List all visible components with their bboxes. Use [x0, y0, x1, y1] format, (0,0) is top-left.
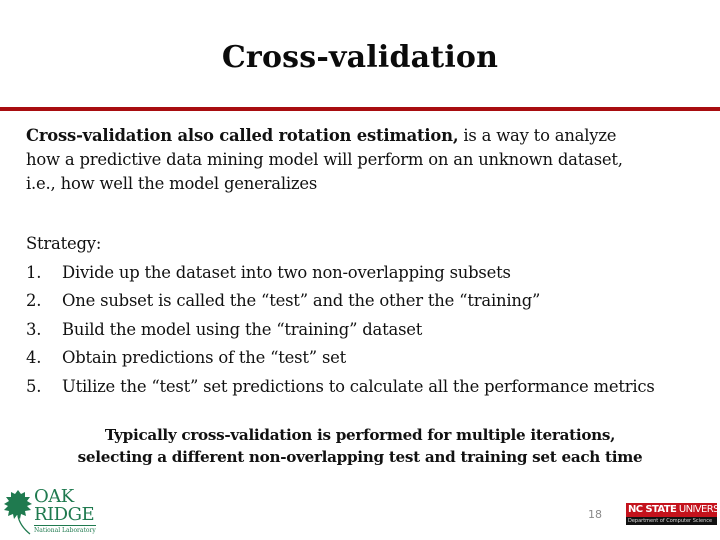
step-text: Build the model using the “training” dat…: [62, 319, 423, 339]
oak-ridge-rule: [34, 525, 96, 526]
step-number: 2.: [26, 291, 42, 310]
intro-bold-term: Cross-validation also called rotation es…: [26, 126, 459, 145]
oak-ridge-wordmark-ridge: RIDGE: [34, 504, 95, 525]
step-text: Obtain predictions of the “test” set: [62, 348, 347, 367]
strategy-steps: 1. Divide up the dataset into two non-ov…: [26, 259, 716, 402]
oak-ridge-subtitle: National Laboratory: [34, 527, 96, 534]
step-text: Divide up the dataset into two non-overl…: [62, 262, 511, 282]
nc-state-department: Department of Computer Science: [626, 517, 717, 525]
title-divider: [0, 107, 720, 111]
strategy-step: 1. Divide up the dataset into two non-ov…: [26, 259, 716, 288]
strategy-step: 4. Obtain predictions of the “test” set: [26, 344, 716, 373]
intro-line-3: i.e., how well the model generalizes: [26, 174, 318, 193]
step-number: 3.: [26, 319, 42, 339]
page-number: 18: [588, 508, 602, 521]
nc-state-name-bold: NC STATE: [628, 504, 677, 515]
strategy-heading: Strategy:: [26, 234, 102, 253]
strategy-step: 3. Build the model using the “training” …: [26, 316, 716, 345]
oak-leaf-icon: [4, 490, 32, 535]
intro-paragraph: Cross-validation also called rotation es…: [26, 124, 706, 196]
strategy-step: 2. One subset is called the “test” and t…: [26, 287, 716, 316]
summary-line-2: selecting a different non-overlapping te…: [77, 448, 643, 466]
summary-line-1: Typically cross-validation is performed …: [104, 426, 616, 444]
intro-line-2: how a predictive data mining model will …: [26, 150, 623, 169]
oak-ridge-logo: OAK RIDGE National Laboratory: [4, 486, 100, 538]
step-number: 4.: [26, 348, 42, 367]
strategy-step: 5. Utilize the “test” set predictions to…: [26, 373, 716, 402]
step-text: One subset is called the “test” and the …: [62, 291, 541, 310]
intro-line-1-rest: is a way to analyze: [458, 126, 617, 145]
nc-state-logo: NC STATE UNIVERSITY Department of Comput…: [626, 503, 717, 525]
step-number: 5.: [26, 376, 42, 396]
summary-callout: Typically cross-validation is performed …: [0, 424, 720, 468]
nc-state-name-rest: UNIVERSITY: [678, 504, 717, 515]
step-text: Utilize the “test” set predictions to ca…: [62, 376, 655, 396]
slide-title: Cross-validation: [221, 40, 499, 75]
strategy-section: Strategy: 1. Divide up the dataset into …: [26, 230, 716, 401]
nc-state-wordmark: NC STATE UNIVERSITY: [626, 503, 717, 517]
intro-line-1: Cross-validation also called rotation es…: [26, 124, 706, 148]
step-number: 1.: [26, 262, 42, 282]
